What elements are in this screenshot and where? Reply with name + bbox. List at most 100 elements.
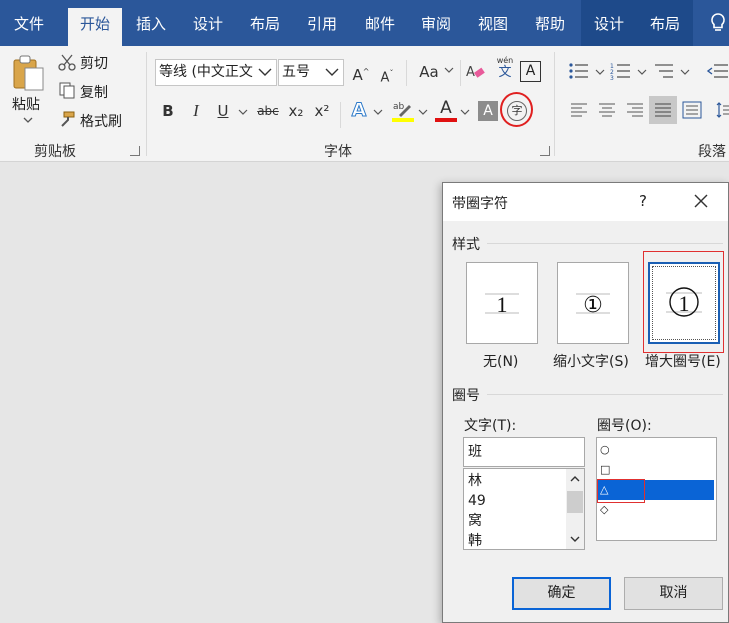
font-launcher-icon[interactable] — [540, 146, 550, 156]
character-shading-button[interactable]: A — [478, 101, 498, 121]
chevron-down-icon[interactable] — [460, 108, 470, 116]
eraser-icon[interactable]: A — [466, 62, 486, 82]
chevron-up-icon[interactable] — [569, 475, 581, 483]
paste-icon[interactable] — [12, 54, 46, 94]
tab-file[interactable]: 文件 — [0, 8, 58, 46]
svg-text:3: 3 — [610, 75, 614, 80]
copy-icon[interactable] — [58, 81, 76, 99]
highlighter-icon[interactable]: ab — [391, 99, 415, 123]
tab-home[interactable]: 开始 — [68, 8, 122, 46]
font-color-button[interactable]: A — [435, 98, 457, 124]
style-option-none[interactable]: 1 — [466, 262, 538, 344]
format-painter-button[interactable]: 格式刷 — [80, 111, 122, 131]
align-left-icon[interactable] — [570, 102, 588, 118]
scroll-thumb[interactable] — [567, 491, 583, 513]
scissors-icon[interactable] — [58, 53, 76, 71]
copy-button[interactable]: 复制 — [80, 82, 108, 102]
tab-review[interactable]: 审阅 — [408, 8, 464, 46]
phonetic-top: wén — [496, 56, 514, 65]
style-none-preview: 1 — [485, 292, 519, 317]
paste-dropdown-icon[interactable] — [22, 116, 34, 124]
list-item[interactable]: 韩 — [468, 531, 482, 549]
cut-button[interactable]: 剪切 — [80, 53, 108, 73]
divider — [460, 60, 461, 86]
tab-references[interactable]: 引用 — [294, 8, 350, 46]
strikethrough-button[interactable]: abc — [254, 99, 282, 123]
style-section-label: 样式 — [452, 237, 480, 253]
chevron-down-icon[interactable] — [637, 68, 647, 76]
chevron-down-icon[interactable] — [238, 108, 248, 116]
line-spacing-icon[interactable] — [716, 101, 729, 119]
style-option-shrink[interactable]: ① — [557, 262, 629, 344]
listbox-scrollbar[interactable] — [566, 469, 584, 549]
phonetic-guide-button[interactable]: wén 文 — [494, 56, 516, 84]
style-shrink-label[interactable]: 缩小文字(S) — [553, 351, 629, 371]
list-item[interactable]: 49 — [468, 491, 486, 511]
character-border-button[interactable]: A — [520, 61, 541, 82]
chevron-down-icon[interactable] — [418, 108, 428, 116]
enclosure-field-label: 圈号(O): — [597, 418, 652, 434]
ribbon-body: 粘贴 剪切 复制 格式刷 剪贴板 等线 (中文正文 五号 A^ Aˇ Aa A … — [0, 46, 729, 162]
subscript-button[interactable]: x₂ — [285, 99, 307, 123]
tab-help[interactable]: 帮助 — [522, 8, 578, 46]
enclosure-option-square[interactable]: □ — [598, 460, 714, 480]
tab-mailings[interactable]: 邮件 — [352, 8, 408, 46]
style-none-label[interactable]: 无(N) — [483, 351, 518, 371]
font-name-combo[interactable]: 等线 (中文正文 — [155, 59, 277, 86]
italic-button[interactable]: I — [185, 99, 207, 123]
close-icon[interactable] — [691, 191, 711, 211]
format-painter-icon[interactable] — [58, 110, 76, 128]
chevron-down-icon[interactable] — [444, 66, 454, 74]
help-button[interactable]: ? — [639, 192, 647, 210]
font-size-value: 五号 — [282, 64, 310, 80]
bullets-icon[interactable] — [568, 62, 590, 80]
tab-insert[interactable]: 插入 — [124, 8, 178, 46]
font-size-combo[interactable]: 五号 — [278, 59, 344, 86]
tab-layout[interactable]: 布局 — [238, 8, 292, 46]
tab-table-layout[interactable]: 布局 — [638, 8, 692, 46]
font-color-swatch — [435, 118, 457, 122]
align-center-icon[interactable] — [598, 102, 616, 118]
multilevel-list-icon[interactable] — [653, 62, 675, 80]
annotation-circle — [500, 92, 533, 127]
enclosure-option-diamond[interactable]: ◇ — [598, 500, 714, 520]
justify-icon — [655, 103, 671, 117]
paste-button[interactable]: 粘贴 — [12, 94, 40, 114]
superscript-button[interactable]: x² — [311, 99, 333, 123]
cancel-button[interactable]: 取消 — [624, 577, 723, 610]
section-divider — [487, 394, 723, 395]
justify-button[interactable] — [649, 96, 677, 124]
text-effects-button[interactable]: A — [348, 98, 370, 122]
decrease-indent-icon[interactable] — [706, 62, 728, 80]
chevron-down-icon[interactable] — [680, 68, 690, 76]
shrink-font-button[interactable]: Aˇ — [376, 62, 398, 86]
divider — [406, 60, 407, 86]
ok-button[interactable]: 确定 — [512, 577, 611, 610]
enclosure-section-label: 圈号 — [452, 388, 480, 404]
tab-table-design[interactable]: 设计 — [582, 8, 636, 46]
lightbulb-icon[interactable] — [708, 12, 728, 34]
change-case-button[interactable]: Aa — [414, 60, 444, 84]
list-item[interactable]: 林 — [468, 471, 482, 491]
numbering-icon[interactable]: 1 2 3 — [610, 62, 632, 80]
chevron-down-icon[interactable] — [257, 65, 273, 79]
align-right-icon[interactable] — [626, 102, 644, 118]
list-item[interactable]: 窝 — [468, 511, 482, 531]
tab-design[interactable]: 设计 — [180, 8, 236, 46]
clipboard-launcher-icon[interactable] — [130, 146, 140, 156]
bold-button[interactable]: B — [157, 99, 179, 123]
chevron-down-icon[interactable] — [569, 535, 581, 543]
text-input[interactable]: 班 — [463, 437, 585, 467]
tab-view[interactable]: 视图 — [466, 8, 520, 46]
text-listbox[interactable]: 林 49 窝 韩 — [463, 468, 585, 550]
chevron-down-icon[interactable] — [324, 65, 340, 79]
chevron-down-icon[interactable] — [595, 68, 605, 76]
grow-font-button[interactable]: A^ — [350, 60, 372, 84]
underline-button[interactable]: U — [212, 99, 234, 123]
distributed-icon[interactable] — [682, 101, 702, 119]
style-enlarge-label[interactable]: 增大圈号(E) — [645, 351, 721, 371]
enclosure-option-circle[interactable]: ○ — [598, 440, 714, 460]
group-divider — [554, 52, 555, 156]
chevron-down-icon[interactable] — [373, 108, 383, 116]
annotation-rect — [597, 479, 645, 503]
